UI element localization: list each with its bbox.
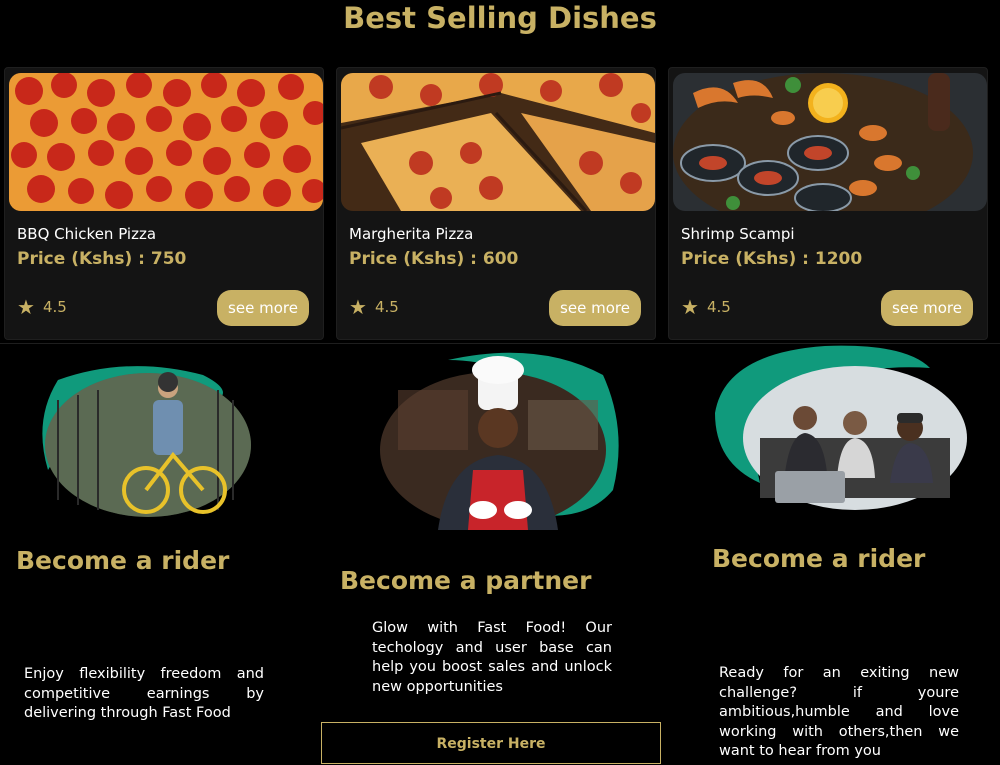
promo-image-cyclist [28,360,258,520]
rating-value: 4.5 [706,298,731,316]
dish-image-sliced-pizza [341,73,655,211]
dishes-grid: BBQ Chicken Pizza Price (Kshs) : 750 ★ 4… [0,67,1000,340]
promo-text-rider: Enjoy flexibility freedom and competitiv… [24,666,264,721]
dish-name: BBQ Chicken Pizza [17,225,157,243]
dish-image-seafood-platter [673,73,987,211]
promo-image-chef [378,350,633,530]
dish-image-pepperoni-pizza [9,73,323,211]
promo-heading-partner: Become a partner [340,566,592,595]
dish-price: Price (Kshs) : 1200 [681,249,863,269]
rating-value: 4.5 [374,298,399,316]
star-icon: ★ [681,295,699,319]
dish-rating: ★ 4.5 [681,297,731,317]
promo-heading-rider: Become a rider [16,546,230,575]
dish-name: Margherita Pizza [349,225,474,243]
register-button[interactable]: Register Here [321,722,661,764]
dish-card: BBQ Chicken Pizza Price (Kshs) : 750 ★ 4… [4,67,324,340]
star-icon: ★ [17,295,35,319]
promo-heading-rider-2: Become a rider [712,544,926,573]
promo-text-rider-2: Ready for an exiting new challenge? if y… [719,665,959,759]
see-more-button[interactable]: see more [549,290,641,326]
dish-rating: ★ 4.5 [17,297,67,317]
dish-card: Shrimp Scampi Price (Kshs) : 1200 ★ 4.5 … [668,67,988,340]
promo-image-team-meeting [705,343,970,513]
best-selling-title: Best Selling Dishes [343,1,657,35]
dish-rating: ★ 4.5 [349,297,399,317]
see-more-button[interactable]: see more [881,290,973,326]
star-icon: ★ [349,295,367,319]
promo-text-partner: Glow with Fast Food! Our techology and u… [372,620,612,695]
dish-price: Price (Kshs) : 750 [17,249,187,269]
dish-card: Margherita Pizza Price (Kshs) : 600 ★ 4.… [336,67,656,340]
dish-price: Price (Kshs) : 600 [349,249,519,269]
dish-name: Shrimp Scampi [681,225,795,243]
rating-value: 4.5 [42,298,67,316]
see-more-button[interactable]: see more [217,290,309,326]
